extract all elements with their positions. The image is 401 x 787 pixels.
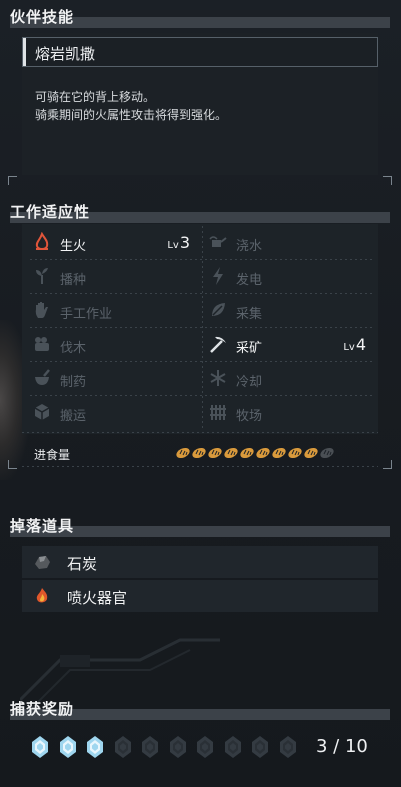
skill-name-box: 熔岩凯撒 xyxy=(22,37,378,67)
work-item-fire: 生火 Lv3 xyxy=(30,228,200,258)
food-bread-icon-filled xyxy=(272,447,286,459)
level-value: 4 xyxy=(355,335,366,354)
column-divider xyxy=(202,226,203,430)
work-suitability-header: 工作适应性 xyxy=(10,203,390,223)
food-bread-icon-filled xyxy=(304,447,318,459)
corner-bracket xyxy=(383,460,392,469)
food-bread-icon-filled xyxy=(208,447,222,459)
reward-diamond-icon-filled xyxy=(59,736,76,758)
drops-title: 掉落道具 xyxy=(10,517,75,535)
mortar-icon xyxy=(35,369,50,385)
capture-reward-title: 捕获奖励 xyxy=(10,700,75,718)
corner-bracket xyxy=(8,460,17,469)
food-bread-icon-filled xyxy=(240,447,254,459)
logs-icon xyxy=(35,337,49,351)
work-item-fence: 牧场 xyxy=(206,398,376,428)
sprout-icon xyxy=(36,268,48,284)
food-bread-icon-filled xyxy=(288,447,302,459)
drop-item-coal: 石炭 xyxy=(22,546,378,578)
drop-item-label: 喷火器官 xyxy=(67,589,128,607)
work-item-lightning: 发电 xyxy=(206,262,376,292)
fence-icon xyxy=(210,405,226,420)
partner-skill-title: 伙伴技能 xyxy=(10,8,75,26)
food-bread-icon-empty xyxy=(320,447,334,459)
skill-description: 可骑在它的背上移动。 骑乘期间的火属性攻击将得到强化。 xyxy=(35,88,227,124)
capture-reward-count: 3 / 10 xyxy=(316,736,368,757)
level-prefix: Lv xyxy=(167,240,179,251)
work-item-label: 伐木 xyxy=(60,341,87,356)
food-row: 进食量 xyxy=(22,442,378,464)
work-item-snowflake: 冷却 xyxy=(206,364,376,394)
work-item-label: 手工作业 xyxy=(60,307,113,322)
work-item-label: 采集 xyxy=(236,307,263,322)
work-item-logs: 伐木 xyxy=(30,330,200,360)
reward-diamond-icon-empty xyxy=(197,736,213,758)
work-item-label: 冷却 xyxy=(236,375,263,390)
snowflake-icon xyxy=(210,370,226,386)
food-bread-icon-filled xyxy=(256,447,270,459)
reward-diamond-icon-empty xyxy=(279,736,296,758)
reward-diamond-icon-empty xyxy=(252,736,268,758)
reward-diamond-icon-empty xyxy=(142,736,158,758)
lightning-icon xyxy=(213,267,223,285)
work-item-level: Lv3 xyxy=(167,233,190,252)
corner-bracket xyxy=(383,176,392,185)
reward-diamond-icon-filled xyxy=(32,736,48,758)
work-item-leaf: 采集 xyxy=(206,296,376,326)
work-item-label: 发电 xyxy=(236,273,263,288)
hand-icon xyxy=(35,302,48,318)
reward-diamond-icon-empty xyxy=(224,736,241,758)
reward-diamond-icon-empty xyxy=(114,736,131,758)
work-item-sprout: 播种 xyxy=(30,262,200,292)
work-item-label: 浇水 xyxy=(236,239,263,254)
work-item-label: 制药 xyxy=(60,375,87,390)
watering-can-icon xyxy=(209,236,227,247)
reward-diamond-icon-empty xyxy=(169,736,186,758)
drop-item-flame-organ: 喷火器官 xyxy=(22,580,378,612)
corner-bracket xyxy=(8,176,17,185)
work-item-watering-can: 浇水 xyxy=(206,228,376,258)
pickaxe-icon xyxy=(210,336,226,353)
drops-header: 掉落道具 xyxy=(10,517,390,537)
coal-icon xyxy=(35,556,50,569)
capture-reward-meter xyxy=(30,735,305,763)
food-bread-icon-filled xyxy=(176,447,190,459)
reward-diamond-icon-filled xyxy=(87,736,103,758)
work-item-label: 生火 xyxy=(60,239,87,254)
food-bread-icon-filled xyxy=(192,447,206,459)
work-item-pickaxe: 采矿 Lv4 xyxy=(206,330,376,360)
work-item-boxes: 搬运 xyxy=(30,398,200,428)
level-value: 3 xyxy=(179,233,190,252)
divider xyxy=(22,466,378,467)
food-meter xyxy=(175,444,335,463)
work-item-label: 搬运 xyxy=(60,409,87,424)
boxes-icon xyxy=(34,404,50,420)
work-item-level: Lv4 xyxy=(343,335,366,354)
food-bread-icon-filled xyxy=(224,447,238,459)
skill-description-line-1: 可骑在它的背上移动。 xyxy=(35,90,156,104)
leaf-icon xyxy=(212,303,225,316)
skill-name: 熔岩凯撒 xyxy=(35,45,96,63)
capture-reward-header: 捕获奖励 xyxy=(10,700,390,720)
fire-icon xyxy=(35,232,49,250)
work-item-mortar: 制药 xyxy=(30,364,200,394)
work-item-label: 播种 xyxy=(60,273,87,288)
drop-item-label: 石炭 xyxy=(67,555,98,573)
work-suitability-title: 工作适应性 xyxy=(10,203,91,221)
partner-skill-header: 伙伴技能 xyxy=(10,8,390,28)
food-label: 进食量 xyxy=(34,448,71,462)
work-item-hand: 手工作业 xyxy=(30,296,200,326)
level-prefix: Lv xyxy=(343,342,355,353)
skill-description-line-2: 骑乘期间的火属性攻击将得到强化。 xyxy=(35,108,228,122)
divider xyxy=(22,432,378,433)
work-item-label: 采矿 xyxy=(236,341,263,356)
flame-organ-icon xyxy=(36,588,48,603)
work-item-label: 牧场 xyxy=(236,409,263,424)
